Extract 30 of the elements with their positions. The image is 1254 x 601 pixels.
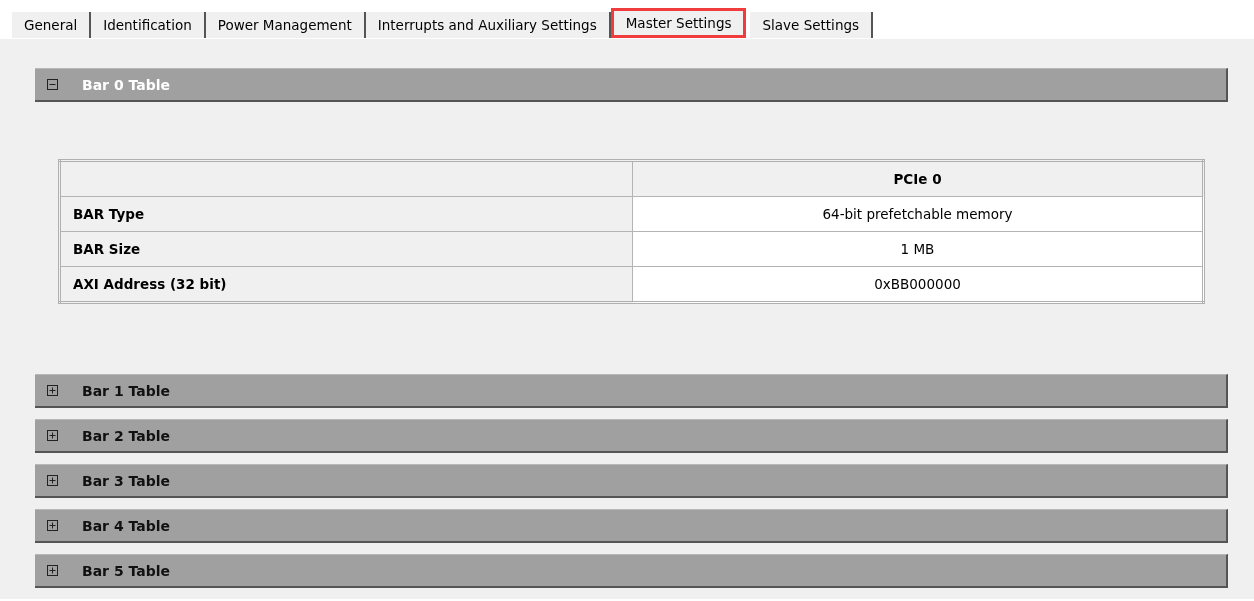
table-cell: 0xBB000000: [632, 266, 1204, 303]
tab[interactable]: Interrupts and Auxiliary Settings: [365, 12, 611, 38]
section-title: Bar 5 Table: [82, 562, 171, 579]
tab[interactable]: Master Settings: [610, 8, 747, 38]
expand-icon[interactable]: [47, 475, 58, 486]
expand-icon[interactable]: [47, 565, 58, 576]
row-label: BAR Size: [59, 231, 633, 267]
row-label: AXI Address (32 bit): [59, 266, 633, 303]
section-header[interactable]: Bar 2 Table: [35, 419, 1228, 453]
tab[interactable]: Power Management: [205, 12, 366, 38]
section-title: Bar 0 Table: [82, 76, 171, 93]
tab[interactable]: Identification: [91, 12, 206, 38]
tab[interactable]: General: [12, 12, 92, 38]
tab[interactable]: Slave Settings: [750, 12, 874, 38]
section-header[interactable]: Bar 4 Table: [35, 509, 1228, 543]
section-header[interactable]: Bar 1 Table: [35, 374, 1228, 408]
table-cell: 64-bit prefetchable memory: [632, 196, 1204, 232]
column-header: PCIe 0: [632, 160, 1204, 197]
section-header[interactable]: Bar 3 Table: [35, 464, 1228, 498]
table-cell: 1 MB: [632, 231, 1204, 267]
section-title: Bar 3 Table: [82, 472, 171, 489]
section-title: Bar 1 Table: [82, 382, 171, 399]
expand-icon[interactable]: [47, 520, 58, 531]
section-header[interactable]: Bar 5 Table: [35, 554, 1228, 588]
collapse-icon[interactable]: [47, 79, 58, 90]
row-label: BAR Type: [59, 196, 633, 232]
section-title: Bar 4 Table: [82, 517, 171, 534]
section-title: Bar 2 Table: [82, 427, 171, 444]
expand-icon[interactable]: [47, 430, 58, 441]
expand-icon[interactable]: [47, 385, 58, 396]
